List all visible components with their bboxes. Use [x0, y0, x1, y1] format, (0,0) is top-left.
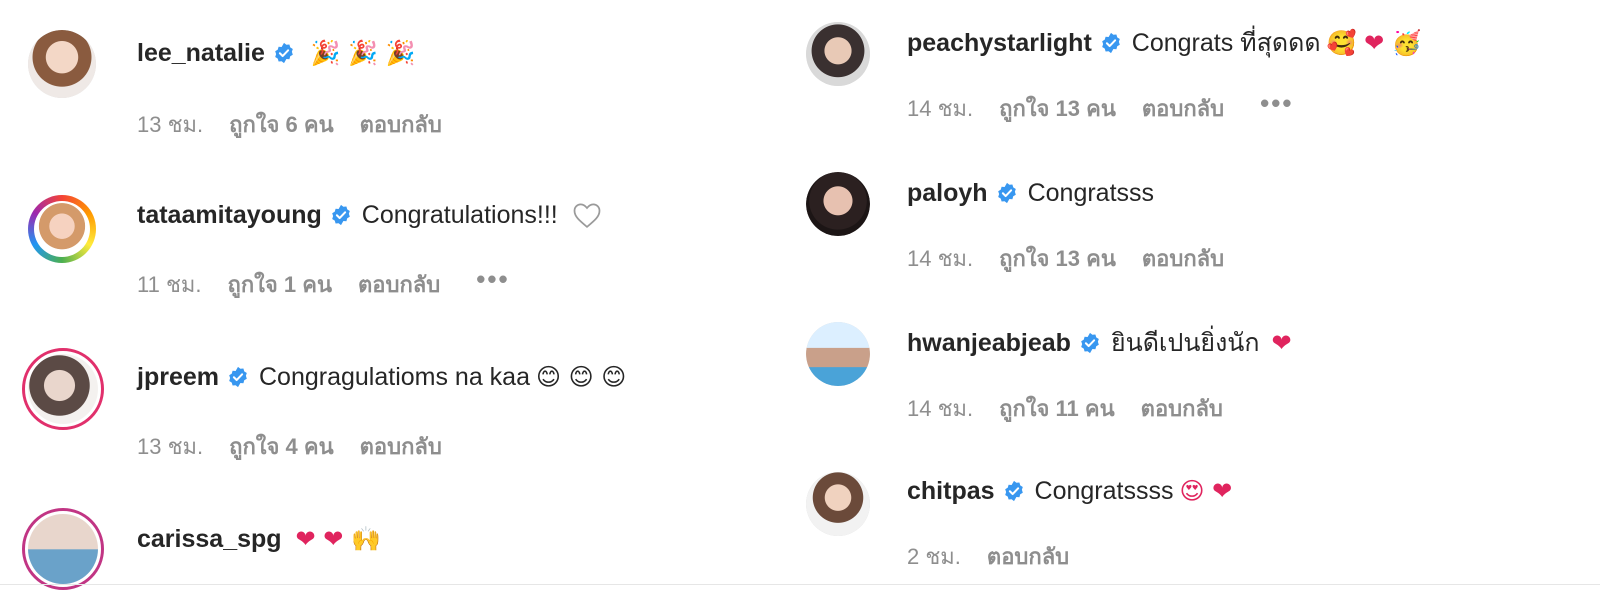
comment-item: chitpas Congratssss 😍 ❤ 2 ชม. ตอบกลับ [800, 450, 1600, 590]
verified-badge-icon [1081, 332, 1099, 354]
username[interactable]: paloyh [907, 176, 988, 210]
avatar[interactable] [22, 508, 104, 590]
username[interactable]: tataamitayoung [137, 198, 322, 232]
username[interactable]: jpreem [137, 360, 219, 394]
comment-item: jpreem Congragulatioms na kaa 😊 😊 😊 13 ช… [0, 320, 800, 460]
comment-time: 14 ชม. [907, 396, 974, 421]
reply-button[interactable]: ตอบกลับ [360, 432, 442, 462]
comment-time: 14 ชม. [907, 96, 974, 121]
likes-count[interactable]: ถูกใจ 6 คน [229, 110, 334, 140]
comment-item: lee_natalie 🎉 🎉 🎉 13 ชม. ถูกใจ 6 คน ตอบก… [0, 0, 800, 140]
reply-button[interactable]: ตอบกลับ [360, 110, 442, 140]
heart-outline-icon[interactable] [572, 201, 602, 229]
verified-badge-icon [1004, 480, 1023, 502]
username[interactable]: chitpas [907, 474, 995, 508]
verified-badge-icon [229, 366, 247, 388]
more-options-icon[interactable]: ••• [476, 266, 509, 292]
username[interactable]: carissa_spg [137, 522, 282, 556]
reply-button[interactable]: ตอบกลับ [358, 270, 440, 300]
divider [0, 584, 1600, 585]
avatar[interactable] [806, 322, 870, 386]
verified-badge-icon [275, 42, 293, 64]
heart-emoji: ❤ ❤ 🙌 [295, 525, 381, 553]
avatar[interactable] [806, 472, 870, 536]
comment-time: 11 ชม. [137, 272, 202, 297]
reply-button[interactable]: ตอบกลับ [1141, 394, 1223, 424]
more-options-icon[interactable]: ••• [1260, 90, 1293, 116]
comments-column-left: lee_natalie 🎉 🎉 🎉 13 ชม. ถูกใจ 6 คน ตอบก… [0, 0, 800, 600]
likes-count[interactable]: ถูกใจ 11 คน [999, 394, 1115, 424]
smiling-hearts-emoji: 🥰 ❤ 🥳 [1326, 29, 1422, 57]
comment-text: Congrats ที่สุดดด [1131, 29, 1321, 57]
comment-item: carissa_spg ❤ ❤ 🙌 [0, 480, 800, 590]
username[interactable]: hwanjeabjeab [907, 326, 1071, 360]
comment-text: Congragulatioms na kaa [258, 363, 530, 391]
verified-badge-icon [997, 182, 1016, 204]
username[interactable]: peachystarlight [907, 26, 1092, 60]
username[interactable]: lee_natalie [137, 36, 265, 70]
comment-item: peachystarlight Congrats ที่สุดดด 🥰 ❤ 🥳 … [800, 0, 1600, 140]
heart-emoji: ❤ [1271, 329, 1292, 357]
reply-button[interactable]: ตอบกลับ [1142, 244, 1224, 274]
likes-count[interactable]: ถูกใจ 13 คน [999, 94, 1116, 124]
comments-column-right: peachystarlight Congrats ที่สุดดด 🥰 ❤ 🥳 … [800, 0, 1600, 600]
avatar[interactable] [806, 172, 870, 236]
comment-item: hwanjeabjeab ยินดีเปนยิ่งนัก ❤ 14 ชม. ถู… [800, 300, 1600, 440]
heart-eyes-emoji: 😍 ❤ [1179, 477, 1233, 505]
comment-time: 14 ชม. [907, 246, 974, 271]
avatar[interactable] [806, 22, 870, 86]
comment-text: Congratsss [1027, 179, 1155, 207]
likes-count[interactable]: ถูกใจ 1 คน [228, 270, 333, 300]
party-popper-emoji: 🎉 🎉 🎉 [310, 39, 416, 67]
smiling-face-emoji: 😊 😊 😊 [535, 363, 627, 391]
likes-count[interactable]: ถูกใจ 13 คน [999, 244, 1116, 274]
avatar[interactable] [28, 195, 96, 263]
comment-text: Congratulations!!! [361, 201, 558, 229]
reply-button[interactable]: ตอบกลับ [1142, 94, 1224, 124]
comment-text: ยินดีเปนยิ่งนัก [1110, 329, 1260, 357]
reply-button[interactable]: ตอบกลับ [987, 542, 1069, 572]
likes-count[interactable]: ถูกใจ 4 คน [229, 432, 334, 462]
comment-time: 13 ชม. [137, 112, 204, 137]
comment-text: Congratssss [1034, 477, 1174, 505]
verified-badge-icon [331, 204, 350, 226]
comment-time: 13 ชม. [137, 434, 204, 459]
comment-item: paloyh Congratsss 14 ชม. ถูกใจ 13 คน ตอบ… [800, 150, 1600, 290]
verified-badge-icon [1101, 32, 1120, 54]
comment-time: 2 ชม. [907, 544, 961, 569]
avatar[interactable] [28, 30, 96, 98]
avatar[interactable] [22, 348, 104, 430]
